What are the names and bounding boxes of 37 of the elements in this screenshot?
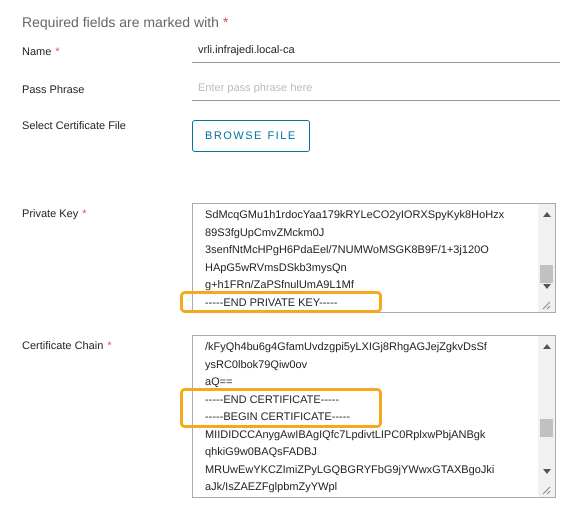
text-area[interactable]: SdMcqGMu1h1rdocYaa179kRYLeCO2yIORXSpyKyk8HoHzx 89S3fgUpCmvZMckm0J 3senfNtMcHPgH6PdaEel/7NUMWoMSGK8B9F/1+3j120O HApG5wRVmsDSkb3mysQn g+h1FRn/ZaPSfnulUmA9L1Mf -----END PRIVATE KEY-----	[192, 203, 556, 313]
text-line: aJk/IsZAEZFglpbmZyYWpl	[205, 480, 338, 495]
required-asterisk: *	[55, 46, 60, 58]
text-line: -----BEGIN CERTIFICATE-----	[205, 410, 350, 425]
text-line: aQ==	[205, 375, 233, 390]
text-field[interactable]: Enter pass phrase here	[192, 78, 560, 101]
scrollbar-thumb[interactable]	[540, 265, 553, 283]
required-fields-note: Required fields are marked with	[22, 14, 219, 30]
required-asterisk: *	[107, 340, 112, 352]
text-line: /kFyQh4bu6g4GfamUvdzgpi5yLXIGj8RhgAGJejZgkvDsSf	[205, 340, 487, 355]
text-line: MRUwEwYKCZImiZPyLGQBGRYFbG9jYWwxGTAXBgoJki	[205, 462, 494, 478]
text-line: ysRC0lbok79Qiw0ov	[205, 358, 308, 372]
required-asterisk: *	[222, 14, 228, 30]
text-line: -----END PRIVATE KEY-----	[205, 296, 338, 310]
scroll-up-icon[interactable]	[542, 344, 550, 349]
scrollbar-thumb[interactable]	[540, 419, 553, 437]
field-label: Name	[22, 46, 52, 58]
text-line: HApG5wRVmsDSkb3mysQn	[205, 260, 347, 276]
required-asterisk: *	[82, 208, 87, 220]
field-label: Pass Phrase	[22, 84, 84, 96]
text-area[interactable]	[192, 335, 556, 498]
resize-grip-icon[interactable]	[542, 301, 551, 310]
field-label: Private Key	[22, 208, 78, 220]
text-line: -----END CERTIFICATE-----	[205, 392, 340, 408]
scroll-down-icon[interactable]	[542, 468, 550, 474]
text-line: g+h1FRn/ZaPSfnulUmA9L1Mf	[205, 278, 354, 293]
text-line: qhkiG9w0BAQsFADBJ	[205, 445, 317, 460]
scroll-up-icon[interactable]	[542, 212, 550, 217]
text-line: 3senfNtMcHPgH6PdaEel/7NUMWoMSGK8B9F/1+3j120O	[205, 243, 489, 258]
field-label: Select Certificate File	[22, 120, 126, 132]
browse-file-button[interactable]: BROWSE FILE	[192, 120, 310, 152]
text-line: SdMcqGMu1h1rdocYaa179kRYLeCO2yIORXSpyKyk8HoHzx	[205, 208, 504, 223]
text-line: 89S3fgUpCmvZMckm0J	[205, 226, 324, 240]
text-field[interactable]: vrli.infrajedi.local-ca	[192, 40, 560, 63]
text-line: MIIDIDCCAnygAwIBAgIQfc7LpdivtLIPC0RplxwPbjANBgk	[205, 428, 486, 442]
field-label: Certificate Chain	[22, 340, 104, 352]
resize-grip-icon[interactable]	[542, 486, 551, 494]
